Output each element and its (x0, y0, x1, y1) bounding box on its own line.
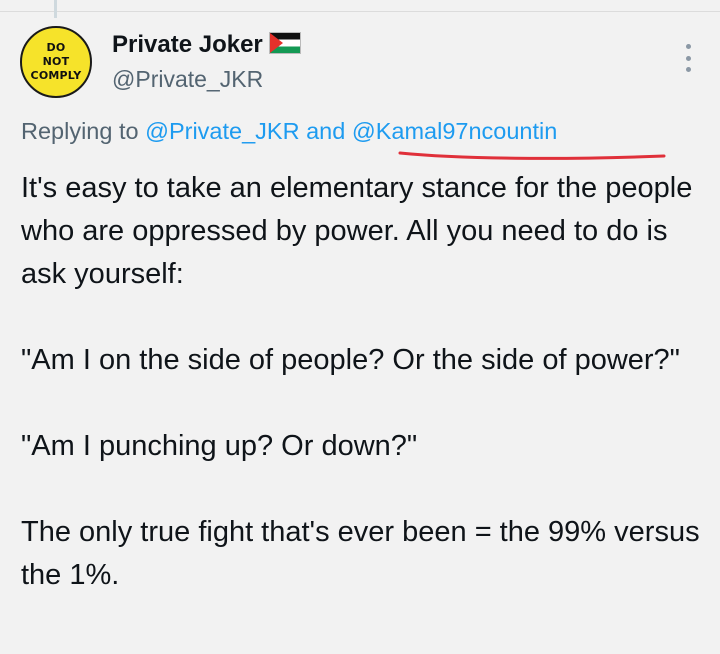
more-vertical-icon[interactable] (682, 44, 694, 72)
tweet-paragraph: "Am I punching up? Or down?" (21, 430, 418, 462)
avatar[interactable]: DO NOT COMPLY (20, 26, 92, 98)
tweet-paragraph: "Am I on the side of people? Or the side… (21, 344, 680, 376)
author-display-name-row[interactable]: Private Joker (112, 31, 301, 59)
avatar-text-line-2: NOT (42, 55, 70, 68)
author-display-name[interactable]: Private Joker (112, 31, 263, 58)
thread-connector-line (54, 0, 57, 18)
mention-link-2[interactable]: @Kamal97ncountin (352, 118, 557, 144)
top-divider (0, 11, 720, 12)
mention-joiner: and (306, 118, 346, 144)
mention-link-1[interactable]: @Private_JKR (145, 118, 299, 144)
replying-to-prefix: Replying to (21, 118, 139, 144)
avatar-text-line-3: COMPLY (30, 69, 82, 82)
palestine-flag-icon (268, 32, 301, 54)
replying-to-line: Replying to @Private_JKR and @Kamal97nco… (21, 118, 557, 145)
avatar-text-line-1: DO (46, 41, 66, 54)
tweet-paragraph: It's easy to take an elementary stance f… (21, 172, 693, 290)
author-handle[interactable]: @Private_JKR (112, 66, 263, 93)
tweet-text: It's easy to take an elementary stance f… (21, 167, 701, 597)
tweet-paragraph: The only true fight that's ever been = t… (21, 516, 700, 591)
